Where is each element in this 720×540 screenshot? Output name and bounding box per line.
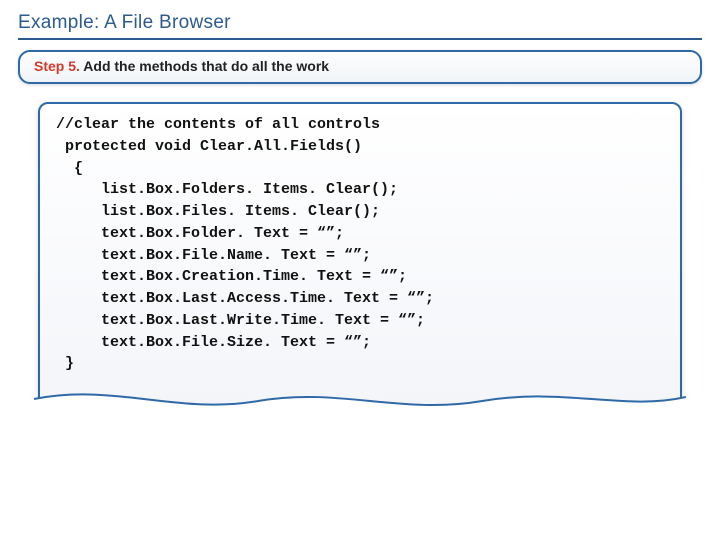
step-bar: Step 5. Add the methods that do all the … [18,50,702,84]
code-line: text.Box.File.Name. Text = “”; [56,245,664,267]
code-line: text.Box.Folder. Text = “”; [56,223,664,245]
code-line: text.Box.File.Size. Text = “”; [56,332,664,354]
code-line: { [56,158,664,180]
code-line: text.Box.Last.Access.Time. Text = “”; [56,288,664,310]
code-line: list.Box.Files. Items. Clear(); [56,201,664,223]
code-line: } [56,353,664,375]
step-number: Step 5. [34,58,80,74]
code-container: //clear the contents of all controls pro… [38,102,682,411]
slide-title: Example: A File Browser [18,12,702,40]
code-line: //clear the contents of all controls [56,114,664,136]
code-box: //clear the contents of all controls pro… [38,102,682,411]
code-line: text.Box.Creation.Time. Text = “”; [56,266,664,288]
code-line: list.Box.Folders. Items. Clear(); [56,179,664,201]
code-line: text.Box.Last.Write.Time. Text = “”; [56,310,664,332]
code-line: protected void Clear.All.Fields() [56,136,664,158]
step-description: Add the methods that do all the work [80,58,329,74]
